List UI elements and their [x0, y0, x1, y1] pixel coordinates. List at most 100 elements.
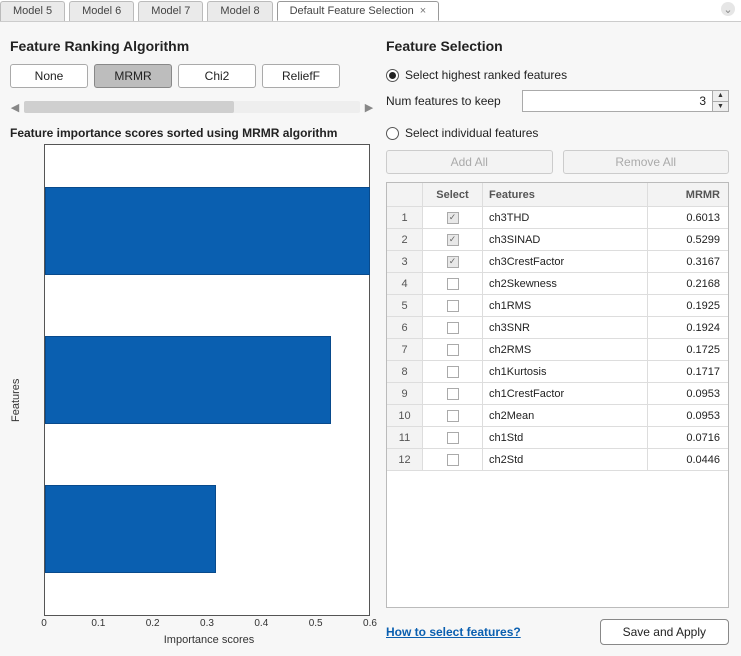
row-value: 0.0446 — [648, 449, 728, 470]
radio-highest-label: Select highest ranked features — [405, 68, 567, 82]
help-link[interactable]: How to select features? — [386, 625, 521, 639]
row-feature: ch1CrestFactor — [483, 383, 648, 404]
row-index: 2 — [387, 229, 423, 250]
row-index: 12 — [387, 449, 423, 470]
remove-all-button[interactable]: Remove All — [563, 150, 730, 174]
row-index: 7 — [387, 339, 423, 360]
feature-importance-chart: Features 00.10.20.30.40.50.6 Importance … — [10, 144, 374, 646]
checkbox-icon[interactable] — [447, 212, 459, 224]
row-feature: ch3THD — [483, 207, 648, 228]
row-value: 0.1717 — [648, 361, 728, 382]
checkbox-icon[interactable] — [447, 234, 459, 246]
save-apply-button[interactable]: Save and Apply — [600, 619, 729, 645]
algorithm-scrollbar[interactable]: ◀ ▶ — [10, 98, 374, 116]
row-select-cell[interactable] — [423, 405, 483, 426]
row-feature: ch2Mean — [483, 405, 648, 426]
checkbox-icon[interactable] — [447, 322, 459, 334]
x-axis-label: Importance scores — [44, 634, 374, 646]
row-select-cell[interactable] — [423, 383, 483, 404]
checkbox-icon[interactable] — [447, 454, 459, 466]
table-row: 6 ch3SNR0.1924 — [387, 317, 728, 339]
checkbox-icon[interactable] — [447, 388, 459, 400]
row-select-cell[interactable] — [423, 207, 483, 228]
chart-bar — [45, 485, 216, 573]
row-select-cell[interactable] — [423, 295, 483, 316]
row-feature: ch1Kurtosis — [483, 361, 648, 382]
radio-icon[interactable] — [386, 69, 399, 82]
num-features-input[interactable]: 3 ▲ ▼ — [522, 90, 729, 112]
algorithm-button-none[interactable]: None — [10, 64, 88, 88]
checkbox-icon[interactable] — [447, 366, 459, 378]
x-tick: 0 — [41, 618, 47, 629]
row-feature: ch1RMS — [483, 295, 648, 316]
radio-individual-label: Select individual features — [405, 126, 538, 140]
row-feature: ch2Std — [483, 449, 648, 470]
checkbox-icon[interactable] — [447, 256, 459, 268]
row-index: 1 — [387, 207, 423, 228]
plot-area — [44, 144, 370, 616]
checkbox-icon[interactable] — [447, 300, 459, 312]
row-feature: ch3SINAD — [483, 229, 648, 250]
num-features-value: 3 — [523, 94, 712, 108]
add-all-button[interactable]: Add All — [386, 150, 553, 174]
radio-highest-ranked[interactable]: Select highest ranked features — [386, 68, 729, 82]
checkbox-icon[interactable] — [447, 410, 459, 422]
tab-model-7[interactable]: Model 7 — [138, 1, 203, 21]
scroll-track[interactable] — [24, 101, 360, 113]
close-icon[interactable]: × — [420, 5, 426, 17]
row-value: 0.2168 — [648, 273, 728, 294]
table-row: 4ch2Skewness0.2168 — [387, 273, 728, 295]
row-select-cell[interactable] — [423, 229, 483, 250]
feature-ranking-panel: Feature Ranking Algorithm NoneMRMRChi2Re… — [0, 22, 380, 656]
row-value: 0.1725 — [648, 339, 728, 360]
checkbox-icon[interactable] — [447, 278, 459, 290]
tab-model-5[interactable]: Model 5 — [0, 1, 65, 21]
row-select-cell[interactable] — [423, 339, 483, 360]
algorithm-button-group: NoneMRMRChi2ReliefF — [10, 64, 374, 88]
spinner-down-icon[interactable]: ▼ — [713, 102, 728, 112]
algorithm-button-mrmr[interactable]: MRMR — [94, 64, 172, 88]
table-row: 11ch1Std0.0716 — [387, 427, 728, 449]
table-row: 3ch3CrestFactor0.3167 — [387, 251, 728, 273]
chart-bar — [45, 187, 370, 275]
col-features: Features — [483, 183, 648, 206]
tab-default-feature-selection[interactable]: Default Feature Selection× — [277, 1, 440, 21]
y-axis-label: Features — [10, 144, 26, 646]
spinner-up-icon[interactable]: ▲ — [713, 91, 728, 102]
table-row: 5ch1RMS0.1925 — [387, 295, 728, 317]
scroll-thumb[interactable] — [24, 101, 234, 113]
tab-options-button[interactable]: ⌄ — [721, 2, 735, 16]
row-feature: ch3SNR — [483, 317, 648, 338]
feature-table: Select Features MRMR 1ch3THD0.60132ch3SI… — [386, 182, 729, 608]
scroll-right-icon[interactable]: ▶ — [364, 101, 374, 114]
table-row: 9ch1CrestFactor0.0953 — [387, 383, 728, 405]
col-index — [387, 183, 423, 206]
scroll-left-icon[interactable]: ◀ — [10, 101, 20, 114]
ranking-heading: Feature Ranking Algorithm — [10, 38, 374, 54]
x-axis-ticks: 00.10.20.30.40.50.6 — [44, 618, 370, 632]
x-tick: 0.4 — [254, 618, 268, 629]
row-select-cell[interactable] — [423, 449, 483, 470]
row-select-cell[interactable] — [423, 317, 483, 338]
num-features-label: Num features to keep — [386, 94, 516, 108]
checkbox-icon[interactable] — [447, 432, 459, 444]
x-tick: 0.3 — [200, 618, 214, 629]
num-features-spinner[interactable]: ▲ ▼ — [712, 91, 728, 111]
table-row: 10ch2Mean0.0953 — [387, 405, 728, 427]
checkbox-icon[interactable] — [447, 344, 459, 356]
radio-icon[interactable] — [386, 127, 399, 140]
row-select-cell[interactable] — [423, 273, 483, 294]
tab-model-6[interactable]: Model 6 — [69, 1, 134, 21]
row-value: 0.5299 — [648, 229, 728, 250]
row-feature: ch2Skewness — [483, 273, 648, 294]
row-index: 6 — [387, 317, 423, 338]
row-select-cell[interactable] — [423, 427, 483, 448]
algorithm-button-relieff[interactable]: ReliefF — [262, 64, 340, 88]
col-select: Select — [423, 183, 483, 206]
algorithm-button-chi2[interactable]: Chi2 — [178, 64, 256, 88]
row-select-cell[interactable] — [423, 361, 483, 382]
tab-model-8[interactable]: Model 8 — [207, 1, 272, 21]
radio-individual-features[interactable]: Select individual features — [386, 126, 729, 140]
row-select-cell[interactable] — [423, 251, 483, 272]
row-value: 0.1924 — [648, 317, 728, 338]
